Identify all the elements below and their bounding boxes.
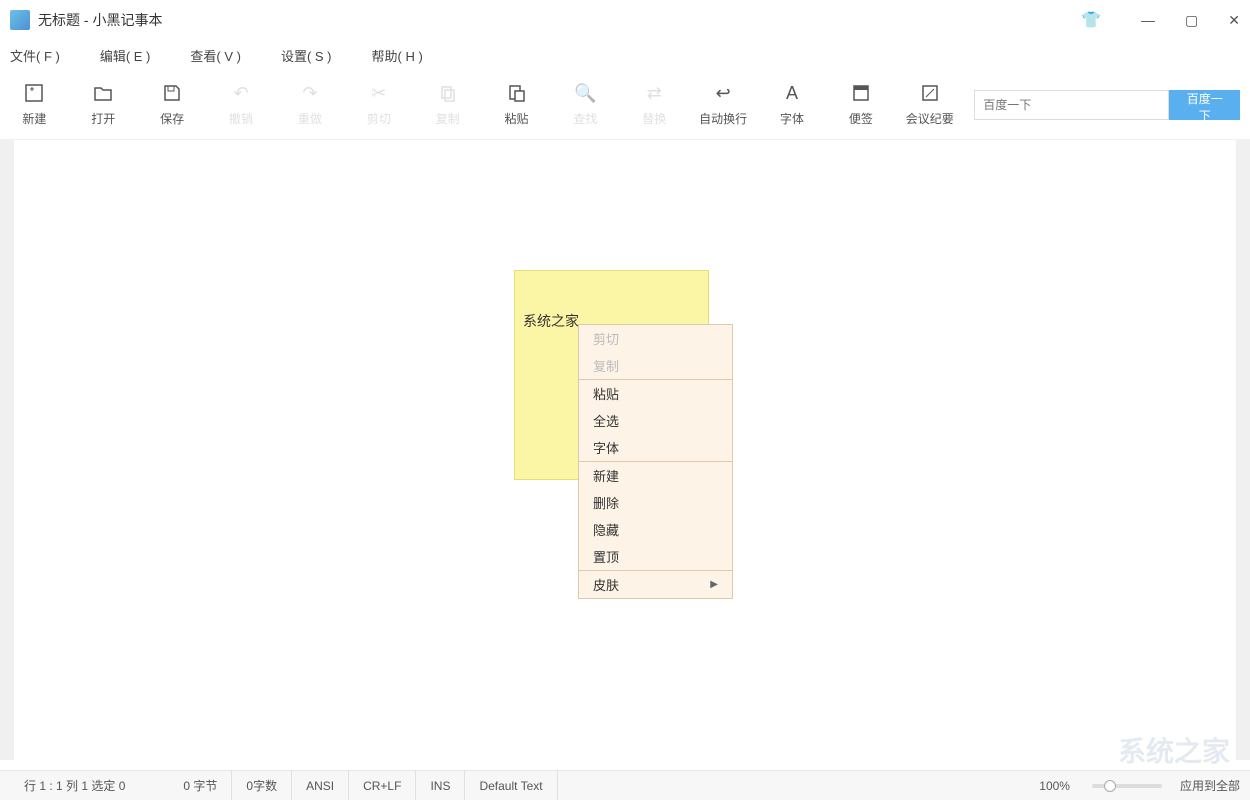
status-bar: 行 1 : 1 列 1 选定 0 0 字节 0字数 ANSI CR+LF INS… bbox=[0, 770, 1250, 800]
window-title: 无标题 - 小黑记事本 bbox=[38, 10, 1081, 30]
redo-icon: ↷ bbox=[299, 82, 321, 104]
sticky-label: 便签 bbox=[849, 110, 873, 127]
ctx-new[interactable]: 新建 bbox=[579, 462, 732, 489]
status-bytes: 0 字节 bbox=[169, 771, 232, 800]
toolbar: 新建 打开 保存 ↶ 撤销 ↷ 重做 ✂ 剪切 复制 粘贴 🔍 查找 ⇄ 替换 … bbox=[0, 70, 1250, 140]
undo-button[interactable]: ↶ 撤销 bbox=[217, 82, 266, 127]
menu-help[interactable]: 帮助( H ) bbox=[372, 46, 423, 65]
font-icon: A bbox=[781, 82, 803, 104]
zoom-thumb[interactable] bbox=[1104, 780, 1116, 792]
menu-bar: 文件( F ) 编辑( E ) 查看( V ) 设置( S ) 帮助( H ) bbox=[0, 40, 1250, 70]
zoom-slider[interactable] bbox=[1092, 784, 1162, 788]
paste-icon bbox=[506, 82, 528, 104]
meeting-icon bbox=[919, 82, 941, 104]
wrap-label: 自动换行 bbox=[699, 110, 747, 127]
open-button[interactable]: 打开 bbox=[79, 82, 128, 127]
find-label: 查找 bbox=[573, 110, 597, 127]
save-icon bbox=[161, 82, 183, 104]
theme-icon[interactable]: 👕 bbox=[1081, 10, 1101, 30]
open-label: 打开 bbox=[91, 110, 115, 127]
context-menu: 剪切 复制 粘贴 全选 字体 新建 删除 隐藏 置顶 皮肤▶ bbox=[578, 324, 733, 599]
maximize-button[interactable]: ▢ bbox=[1185, 12, 1198, 29]
sticky-button[interactable]: 便签 bbox=[837, 82, 886, 127]
redo-button[interactable]: ↷ 重做 bbox=[286, 82, 335, 127]
cut-icon: ✂ bbox=[368, 82, 390, 104]
status-zoom[interactable]: 100% bbox=[1025, 771, 1084, 800]
status-encoding[interactable]: ANSI bbox=[292, 771, 349, 800]
status-chars: 0字数 bbox=[232, 771, 292, 800]
copy-button[interactable]: 复制 bbox=[423, 82, 472, 127]
save-button[interactable]: 保存 bbox=[148, 82, 197, 127]
copy-icon bbox=[437, 82, 459, 104]
search-box: 百度一下 bbox=[974, 90, 1240, 120]
paste-button[interactable]: 粘贴 bbox=[492, 82, 541, 127]
status-position: 行 1 : 1 列 1 选定 0 bbox=[10, 771, 139, 800]
title-bar: 无标题 - 小黑记事本 👕 — ▢ ✕ bbox=[0, 0, 1250, 40]
search-input[interactable] bbox=[974, 90, 1169, 120]
cut-button[interactable]: ✂ 剪切 bbox=[354, 82, 403, 127]
menu-settings[interactable]: 设置( S ) bbox=[281, 46, 332, 65]
status-syntax[interactable]: Default Text bbox=[465, 771, 557, 800]
new-button[interactable]: 新建 bbox=[10, 82, 59, 127]
menu-edit[interactable]: 编辑( E ) bbox=[100, 46, 151, 65]
replace-label: 替换 bbox=[642, 110, 666, 127]
editor-area[interactable]: 系统之家 剪切 复制 粘贴 全选 字体 新建 删除 隐藏 置顶 皮肤▶ bbox=[0, 140, 1250, 760]
meeting-notes-button[interactable]: 会议纪要 bbox=[905, 82, 954, 127]
app-icon bbox=[10, 10, 30, 30]
open-icon bbox=[92, 82, 114, 104]
minimize-button[interactable]: — bbox=[1141, 12, 1155, 28]
status-mode[interactable]: INS bbox=[416, 771, 465, 800]
undo-label: 撤销 bbox=[229, 110, 253, 127]
status-eol[interactable]: CR+LF bbox=[349, 771, 416, 800]
replace-icon: ⇄ bbox=[643, 82, 665, 104]
replace-button[interactable]: ⇄ 替换 bbox=[630, 82, 679, 127]
close-button[interactable]: ✕ bbox=[1228, 12, 1240, 29]
status-apply-all[interactable]: 应用到全部 bbox=[1180, 777, 1240, 794]
menu-view[interactable]: 查看( V ) bbox=[190, 46, 241, 65]
cut-label: 剪切 bbox=[367, 110, 391, 127]
sticky-note-text: 系统之家 bbox=[523, 313, 579, 329]
ctx-font[interactable]: 字体 bbox=[579, 434, 732, 461]
wrap-icon: ↩ bbox=[712, 82, 734, 104]
font-button[interactable]: A 字体 bbox=[768, 82, 817, 127]
ctx-cut: 剪切 bbox=[579, 325, 732, 352]
menu-file[interactable]: 文件( F ) bbox=[10, 46, 60, 65]
window-controls: — ▢ ✕ bbox=[1141, 12, 1240, 29]
find-button[interactable]: 🔍 查找 bbox=[561, 82, 610, 127]
ctx-select-all[interactable]: 全选 bbox=[579, 407, 732, 434]
new-icon bbox=[23, 82, 45, 104]
wrap-button[interactable]: ↩ 自动换行 bbox=[699, 82, 748, 127]
ctx-hide[interactable]: 隐藏 bbox=[579, 516, 732, 543]
find-icon: 🔍 bbox=[574, 82, 596, 104]
new-label: 新建 bbox=[22, 110, 46, 127]
chevron-right-icon: ▶ bbox=[710, 579, 718, 590]
sticky-icon bbox=[850, 82, 872, 104]
paste-label: 粘贴 bbox=[505, 110, 529, 127]
copy-label: 复制 bbox=[436, 110, 460, 127]
search-button[interactable]: 百度一下 bbox=[1169, 90, 1240, 120]
ctx-paste[interactable]: 粘贴 bbox=[579, 380, 732, 407]
meeting-label: 会议纪要 bbox=[906, 110, 954, 127]
ctx-skin[interactable]: 皮肤▶ bbox=[579, 571, 732, 598]
undo-icon: ↶ bbox=[230, 82, 252, 104]
save-label: 保存 bbox=[160, 110, 184, 127]
ctx-top[interactable]: 置顶 bbox=[579, 543, 732, 570]
font-label: 字体 bbox=[780, 110, 804, 127]
ctx-copy: 复制 bbox=[579, 352, 732, 379]
redo-label: 重做 bbox=[298, 110, 322, 127]
ctx-delete[interactable]: 删除 bbox=[579, 489, 732, 516]
